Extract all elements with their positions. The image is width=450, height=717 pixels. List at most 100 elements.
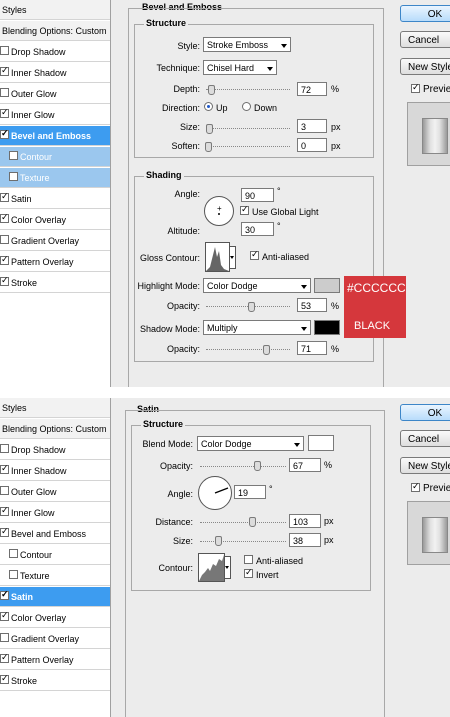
style-item-color-overlay[interactable]: Color Overlay	[0, 210, 110, 230]
style-item-outer-glow[interactable]: Outer Glow	[0, 84, 110, 104]
distance-slider-track[interactable]	[200, 522, 286, 525]
angle-input[interactable]: 90	[241, 188, 274, 202]
style-checkbox[interactable]	[0, 235, 9, 244]
style-checkbox[interactable]	[0, 633, 9, 642]
contour-dropdown[interactable]	[224, 556, 231, 579]
style-item-satin[interactable]: Satin	[0, 189, 110, 209]
invert-checkbox[interactable]	[244, 567, 253, 578]
style-checkbox[interactable]	[9, 151, 18, 160]
size-input[interactable]: 3	[297, 119, 327, 133]
shadow-color-swatch[interactable]	[314, 320, 340, 335]
direction-down-radio[interactable]	[242, 102, 251, 111]
size-slider-track[interactable]	[200, 541, 286, 544]
gloss-anti-aliased-checkbox[interactable]	[250, 249, 259, 260]
gloss-contour-preview[interactable]	[205, 242, 230, 272]
style-item-gradient-overlay[interactable]: Gradient Overlay	[0, 231, 110, 251]
style-item-outer-glow[interactable]: Outer Glow	[0, 482, 110, 502]
style-item-gradient-overlay[interactable]: Gradient Overlay	[0, 629, 110, 649]
style-checkbox[interactable]	[0, 652, 9, 663]
technique-select[interactable]: Chisel Hard	[203, 60, 277, 75]
style-checkbox[interactable]	[0, 212, 9, 223]
style-checkbox[interactable]	[9, 172, 18, 181]
size-slider-thumb[interactable]	[215, 536, 222, 546]
blend-mode-select[interactable]: Color Dodge	[197, 436, 304, 451]
style-checkbox[interactable]	[0, 463, 9, 474]
angle-input[interactable]: 19	[234, 485, 266, 499]
style-checkbox[interactable]	[0, 610, 9, 621]
opacity-slider-track[interactable]	[200, 466, 286, 469]
gloss-contour-dropdown[interactable]	[229, 246, 236, 269]
distance-input[interactable]: 103	[289, 514, 321, 528]
style-checkbox[interactable]	[0, 486, 9, 495]
size-slider-thumb[interactable]	[206, 124, 213, 134]
style-item-bevel-and-emboss[interactable]: Bevel and Emboss	[0, 126, 110, 146]
style-item-pattern-overlay[interactable]: Pattern Overlay	[0, 650, 110, 670]
style-checkbox[interactable]	[0, 65, 9, 76]
style-checkbox[interactable]	[9, 570, 18, 579]
satin-color-swatch[interactable]	[308, 435, 334, 451]
soften-input[interactable]: 0	[297, 138, 327, 152]
style-item-texture[interactable]: Texture	[0, 566, 110, 586]
highlight-mode-select[interactable]: Color Dodge	[203, 278, 311, 293]
preview-checkbox[interactable]	[411, 82, 420, 93]
style-checkbox[interactable]	[0, 275, 9, 286]
style-checkbox[interactable]	[0, 254, 9, 265]
style-item-stroke[interactable]: Stroke	[0, 671, 110, 691]
soften-slider-track[interactable]	[206, 146, 290, 149]
style-checkbox[interactable]	[0, 505, 9, 516]
style-item-texture[interactable]: Texture	[0, 168, 110, 188]
style-item-bevel-and-emboss[interactable]: Bevel and Emboss	[0, 524, 110, 544]
style-checkbox[interactable]	[0, 444, 9, 453]
ok-button[interactable]: OK	[400, 5, 450, 22]
style-item-stroke[interactable]: Stroke	[0, 273, 110, 293]
style-checkbox[interactable]	[0, 191, 9, 202]
cancel-button[interactable]: Cancel	[400, 430, 450, 447]
style-item-blending-options-custom[interactable]: Blending Options: Custom	[0, 419, 110, 439]
anti-aliased-checkbox[interactable]	[244, 555, 253, 564]
style-checkbox[interactable]	[0, 107, 9, 118]
style-item-inner-glow[interactable]: Inner Glow	[0, 503, 110, 523]
style-item-styles[interactable]: Styles	[0, 398, 110, 418]
ok-button[interactable]: OK	[400, 404, 450, 421]
style-item-satin[interactable]: Satin	[0, 587, 110, 607]
style-item-inner-shadow[interactable]: Inner Shadow	[0, 461, 110, 481]
highlight-opacity-input[interactable]: 53	[297, 298, 327, 312]
style-checkbox[interactable]	[9, 549, 18, 558]
shadow-mode-select[interactable]: Multiply	[203, 320, 311, 335]
style-item-inner-glow[interactable]: Inner Glow	[0, 105, 110, 125]
altitude-input[interactable]: 30	[241, 222, 274, 236]
angle-dial[interactable]: +	[204, 196, 234, 226]
soften-slider-thumb[interactable]	[205, 142, 212, 152]
style-checkbox[interactable]	[0, 589, 9, 600]
distance-slider-thumb[interactable]	[249, 517, 256, 527]
new-style-button[interactable]: New Style...	[400, 457, 450, 474]
style-item-inner-shadow[interactable]: Inner Shadow	[0, 63, 110, 83]
depth-input[interactable]: 72	[297, 82, 327, 96]
style-checkbox[interactable]	[0, 673, 9, 684]
opacity-slider-thumb[interactable]	[254, 461, 261, 471]
style-checkbox[interactable]	[0, 128, 9, 139]
cancel-button[interactable]: Cancel	[400, 31, 450, 48]
style-checkbox[interactable]	[0, 88, 9, 97]
shadow-opacity-thumb[interactable]	[263, 345, 270, 355]
size-input[interactable]: 38	[289, 533, 321, 547]
preview-checkbox[interactable]	[411, 481, 420, 492]
opacity-input[interactable]: 67	[289, 458, 321, 472]
depth-slider-thumb[interactable]	[208, 85, 215, 95]
style-item-color-overlay[interactable]: Color Overlay	[0, 608, 110, 628]
style-item-drop-shadow[interactable]: Drop Shadow	[0, 440, 110, 460]
shadow-opacity-input[interactable]: 71	[297, 341, 327, 355]
highlight-opacity-thumb[interactable]	[248, 302, 255, 312]
contour-preview[interactable]	[198, 553, 225, 582]
style-select[interactable]: Stroke Emboss	[203, 37, 291, 52]
style-checkbox[interactable]	[0, 526, 9, 537]
new-style-button[interactable]: New Style...	[400, 58, 450, 75]
highlight-color-swatch[interactable]	[314, 278, 340, 293]
global-light-checkbox[interactable]	[240, 204, 249, 215]
style-item-drop-shadow[interactable]: Drop Shadow	[0, 42, 110, 62]
style-item-contour[interactable]: Contour	[0, 147, 110, 167]
style-item-contour[interactable]: Contour	[0, 545, 110, 565]
style-item-pattern-overlay[interactable]: Pattern Overlay	[0, 252, 110, 272]
style-item-styles[interactable]: Styles	[0, 0, 110, 20]
shadow-opacity-track[interactable]	[206, 349, 290, 352]
